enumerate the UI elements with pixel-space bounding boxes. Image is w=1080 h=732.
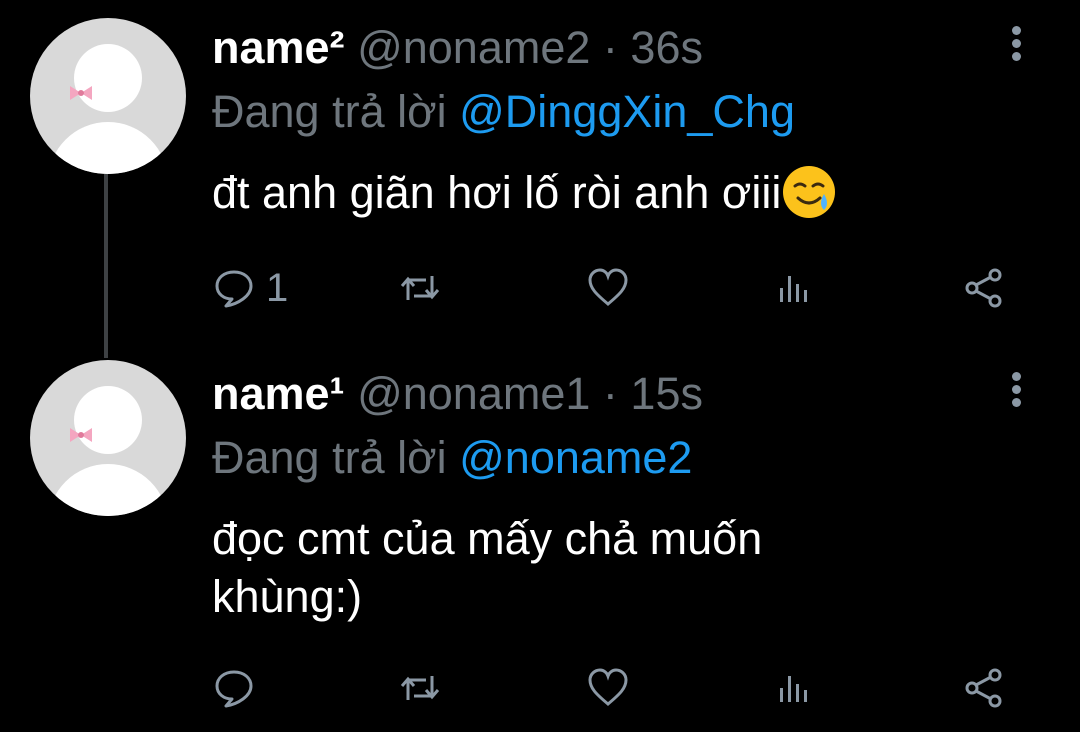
views-button[interactable] <box>774 266 818 310</box>
replying-to-label: Đang trả lời <box>212 432 460 483</box>
timestamp[interactable]: 36s <box>630 22 703 73</box>
heart-icon <box>588 668 628 706</box>
separator-dot: · <box>602 368 618 419</box>
tweet-body-line: đọc cmt của mấy chả muốn <box>212 513 763 564</box>
heart-icon <box>588 268 628 306</box>
timestamp[interactable]: 15s <box>630 368 703 419</box>
tweet-text: đọc cmt của mấy chả muốn khùng:) <box>212 510 972 626</box>
tweet-actions: 1 <box>212 266 1012 310</box>
share-icon <box>965 268 1002 308</box>
bow-icon <box>70 428 92 442</box>
tweet-body-line: khùng:) <box>212 571 363 622</box>
views-button[interactable] <box>774 666 818 710</box>
reply-icon <box>215 270 253 308</box>
reply-button[interactable] <box>212 666 266 710</box>
bow-icon <box>70 86 92 100</box>
analytics-icon <box>780 676 807 702</box>
reply-button[interactable]: 1 <box>212 266 288 310</box>
more-options-icon[interactable] <box>1008 26 1024 66</box>
reply-count: 1 <box>266 265 289 310</box>
tweet-header: name² @noname2 · 36s <box>212 22 703 74</box>
avatar[interactable] <box>30 18 186 174</box>
like-button[interactable] <box>586 266 630 310</box>
like-button[interactable] <box>586 666 630 710</box>
avatar[interactable] <box>30 360 186 516</box>
tweet-header: name¹ @noname1 · 15s <box>212 368 703 420</box>
avatar-body-shape <box>48 122 168 174</box>
display-name[interactable]: name¹ <box>212 368 345 419</box>
share-icon <box>965 668 1002 708</box>
thread-connector-line <box>104 174 108 358</box>
replying-to: Đang trả lời @noname2 <box>212 432 692 484</box>
share-button[interactable] <box>962 266 1006 310</box>
display-name[interactable]: name² <box>212 22 345 73</box>
avatar-body-shape <box>48 464 168 516</box>
separator-dot: · <box>602 22 618 73</box>
user-handle[interactable]: @noname2 <box>357 22 590 73</box>
reply-mention-link[interactable]: @noname2 <box>459 432 692 483</box>
tweet-actions <box>212 666 1012 710</box>
more-options-icon[interactable] <box>1008 372 1024 412</box>
share-button[interactable] <box>962 666 1006 710</box>
retweet-icon <box>400 676 440 700</box>
smiling-face-with-tear-icon <box>783 166 836 218</box>
user-handle[interactable]: @noname1 <box>357 368 590 419</box>
retweet-icon <box>400 276 440 300</box>
reply-mention-link[interactable]: @DinggXin_Chg <box>459 86 795 137</box>
analytics-icon <box>780 276 807 302</box>
replying-to: Đang trả lời @DinggXin_Chg <box>212 86 795 138</box>
tweet-body: đt anh giãn hơi lố ròi anh ơiii <box>212 167 782 218</box>
replying-to-label: Đang trả lời <box>212 86 460 137</box>
tweet-text: đt anh giãn hơi lố ròi anh ơiii <box>212 164 972 222</box>
retweet-button[interactable] <box>398 666 442 710</box>
retweet-button[interactable] <box>398 266 442 310</box>
reply-icon <box>215 670 253 708</box>
